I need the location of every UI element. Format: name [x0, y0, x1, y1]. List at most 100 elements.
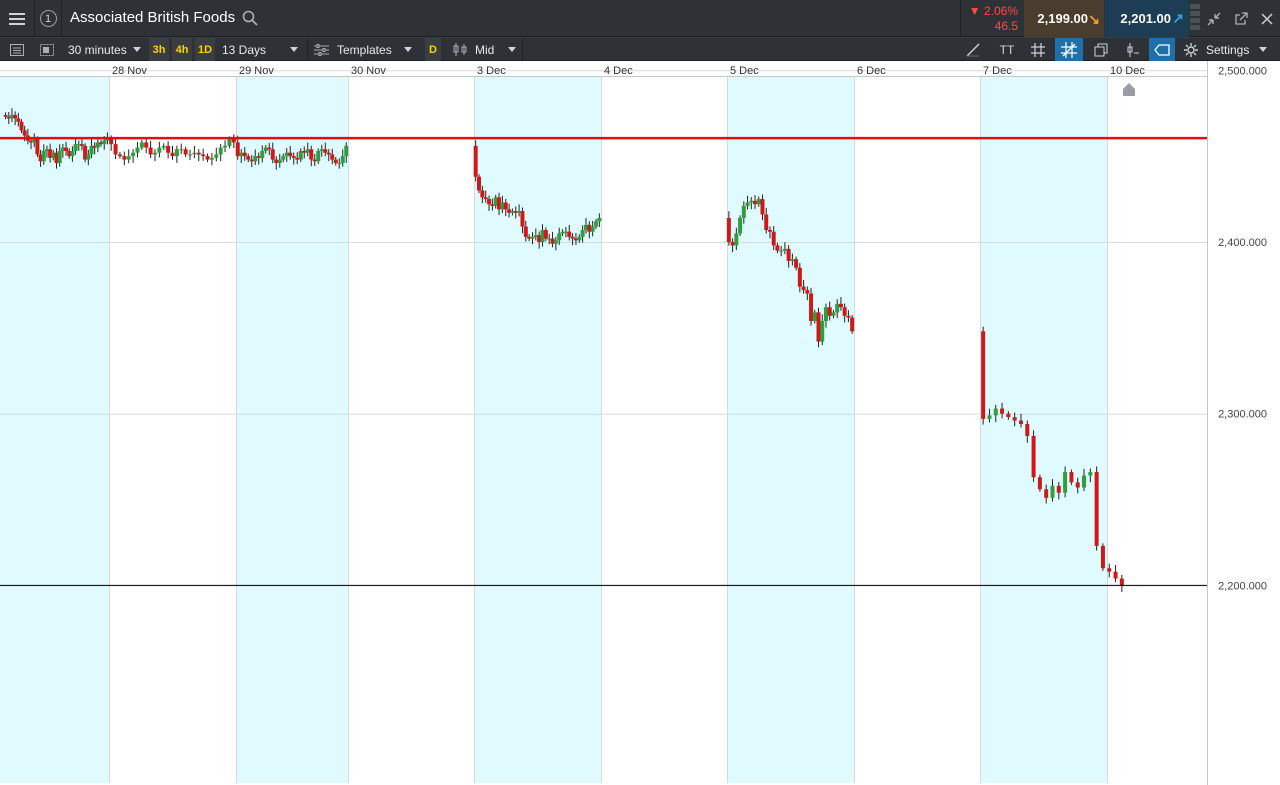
- close-button[interactable]: [1256, 0, 1278, 37]
- candles-icon: [453, 43, 467, 56]
- y-tick-label: 2,500.000: [1218, 65, 1267, 77]
- candle-body: [1082, 475, 1087, 488]
- candle-body: [797, 267, 802, 287]
- candle-body: [70, 150, 75, 157]
- quick-4h-button[interactable]: 4h: [172, 38, 192, 61]
- candle-body: [1094, 472, 1099, 546]
- templates-dropdown[interactable]: Templates: [314, 38, 412, 61]
- candle-body: [790, 259, 795, 261]
- price-type-label: Mid: [475, 42, 495, 57]
- candle-body: [1050, 485, 1055, 498]
- price-type-dropdown[interactable]: Mid: [453, 38, 517, 61]
- collapse-button[interactable]: [1203, 0, 1225, 37]
- candle-body: [302, 150, 307, 153]
- candle-body: [333, 159, 338, 164]
- candle-body: [557, 233, 562, 241]
- templates-label: Templates: [337, 42, 392, 57]
- candle-body: [235, 142, 240, 157]
- candle-body: [319, 149, 324, 151]
- candle-body: [157, 147, 162, 153]
- menu-button[interactable]: [0, 0, 34, 37]
- candle-style-button[interactable]: [1120, 38, 1144, 61]
- y-tick-label: 2,300.000: [1218, 409, 1267, 421]
- link-group-button[interactable]: 1: [36, 0, 60, 37]
- candle-body: [288, 152, 293, 157]
- candle-body: [253, 156, 258, 162]
- settings-label: Settings: [1206, 42, 1250, 57]
- text-tool-button[interactable]: TT: [994, 38, 1020, 61]
- candle-body: [344, 145, 349, 157]
- candle-body: [480, 190, 485, 198]
- chart-toolbar: 30 minutes 3h 4h 1D 13 Days Templates D …: [0, 37, 1280, 61]
- candle-body: [131, 152, 136, 157]
- quick-1d-button[interactable]: 1D: [195, 38, 215, 61]
- candle-body: [281, 156, 286, 160]
- day-shade: [0, 77, 109, 783]
- candle-body: [249, 159, 254, 162]
- candle-body: [1025, 424, 1030, 437]
- y-tick-label: 2,400.000: [1218, 237, 1267, 249]
- layout-icon: [40, 43, 54, 56]
- candle-body: [477, 176, 482, 191]
- candle-body: [316, 150, 321, 162]
- candle-body: [779, 250, 784, 252]
- day-shade: [236, 77, 348, 783]
- candle-body: [263, 147, 268, 151]
- candle-body: [340, 156, 345, 164]
- candle-body: [1006, 413, 1011, 418]
- candle-body: [823, 307, 828, 321]
- candle-body: [987, 415, 992, 419]
- x-tick-label: 29 Nov: [239, 65, 274, 77]
- candle-body: [553, 240, 558, 244]
- draw-line-button[interactable]: [960, 38, 986, 61]
- search-icon[interactable]: [241, 9, 259, 27]
- candle-body: [1100, 545, 1105, 569]
- candle-body: [567, 231, 572, 237]
- settings-dropdown[interactable]: Settings: [1184, 38, 1268, 61]
- candle-body: [161, 145, 166, 148]
- candle-body: [330, 154, 335, 160]
- link-group-icon: 1: [39, 10, 57, 27]
- candle-body: [1119, 578, 1124, 586]
- candle-body: [135, 147, 140, 153]
- candle-body: [786, 248, 791, 261]
- candle-body: [174, 149, 179, 157]
- candle-body: [64, 147, 69, 151]
- price-chart[interactable]: 2,460.5002,200.000 28 Nov29 Nov30 Nov3 D…: [0, 61, 1280, 785]
- x-tick-label: 6 Dec: [857, 65, 886, 77]
- sell-button[interactable]: 2,199.00 ↘: [1024, 0, 1104, 37]
- candle-body: [183, 149, 188, 155]
- candle-body: [19, 121, 24, 131]
- interval-dropdown[interactable]: 30 minutes: [68, 38, 141, 61]
- candle-body: [57, 150, 62, 164]
- home-marker-icon: [1123, 83, 1135, 96]
- candle-body: [483, 197, 488, 200]
- candle-body: [326, 152, 331, 155]
- instrument-name[interactable]: Associated British Foods: [70, 9, 235, 26]
- candle-body: [809, 293, 814, 321]
- crosshair-grid-button[interactable]: [1055, 38, 1083, 61]
- candle-body: [170, 152, 175, 157]
- d-button[interactable]: D: [425, 38, 441, 61]
- range-dropdown[interactable]: 13 Days: [222, 38, 299, 61]
- candle-body: [775, 245, 780, 251]
- candle-body: [267, 147, 272, 150]
- candle-body: [260, 150, 265, 158]
- quick-3h-button[interactable]: 3h: [149, 38, 169, 61]
- price-label-button[interactable]: [1149, 38, 1175, 61]
- close-icon: [1261, 12, 1273, 25]
- chart-area[interactable]: 2,460.5002,200.000 28 Nov29 Nov30 Nov3 D…: [0, 61, 1280, 785]
- candle-body: [1075, 482, 1080, 488]
- change-percent: ▼ 2.06%: [968, 4, 1018, 18]
- buy-button[interactable]: 2,201.00 ↗: [1105, 0, 1189, 37]
- x-tick-label: 3 Dec: [477, 65, 506, 77]
- grid-button[interactable]: [1026, 38, 1050, 61]
- popout-button[interactable]: [1229, 0, 1253, 37]
- candle-body: [794, 259, 799, 268]
- layout-button[interactable]: [36, 38, 58, 61]
- list-view-button[interactable]: [6, 38, 28, 61]
- layers-button[interactable]: [1089, 38, 1113, 61]
- candle-body: [113, 144, 118, 155]
- candle-body: [102, 140, 107, 145]
- divider: [34, 0, 35, 37]
